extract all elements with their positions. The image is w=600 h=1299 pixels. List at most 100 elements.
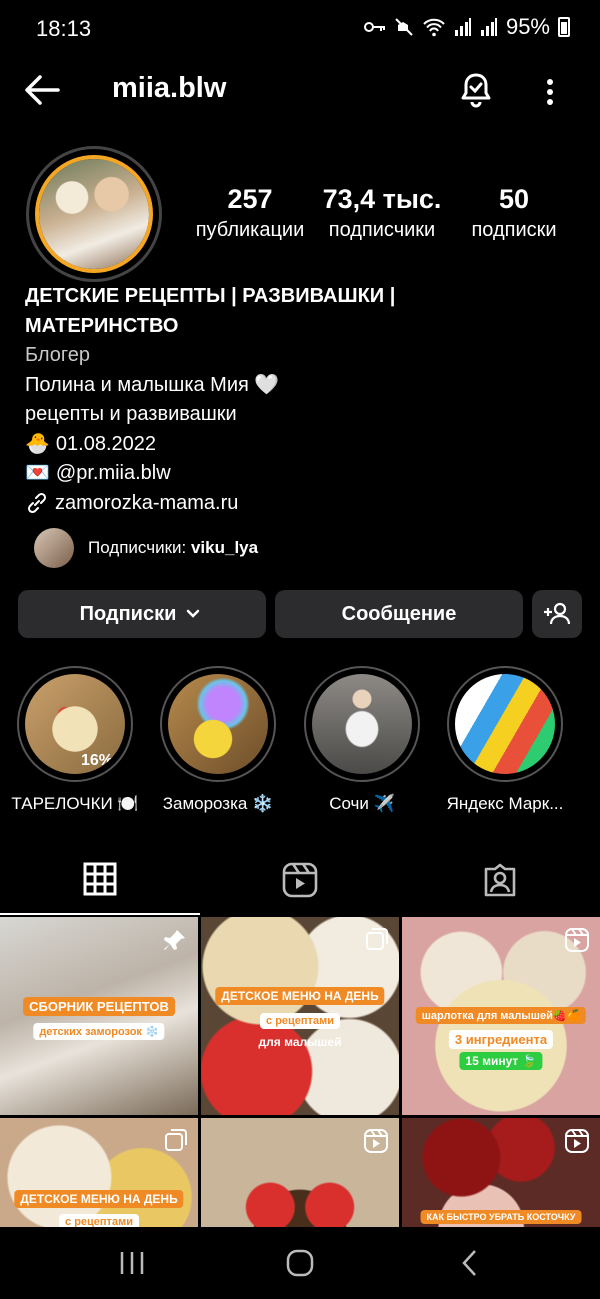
stat-followers[interactable]: 73,4 тыс. подписчики — [314, 184, 450, 242]
message-button[interactable]: Сообщение — [275, 590, 523, 638]
highlight-badge: 16% — [80, 752, 113, 769]
arrow-left-icon — [25, 75, 60, 105]
following-button-label: Подписки — [79, 602, 177, 625]
status-time: 18:13 — [36, 16, 92, 41]
bio-contact[interactable]: @pr.miia.blw — [56, 459, 171, 489]
highlight-freezing[interactable]: Заморозка ❄️ — [153, 666, 283, 814]
reels-icon — [282, 862, 318, 898]
battery-percent: 95% — [505, 14, 550, 39]
stat-following-label: подписки — [471, 219, 557, 241]
stat-posts-label: публикации — [195, 219, 305, 241]
bio-link-row[interactable]: zamorozka-mama.ru — [25, 489, 585, 519]
profile-tabs — [0, 845, 600, 915]
reel-icon — [565, 1129, 589, 1153]
highlight-label: Яндекс Марк... — [446, 794, 564, 813]
highlight-plates[interactable]: 16% ТАРЕЛОЧКИ 🍽️ — [10, 666, 140, 814]
link-icon — [27, 493, 47, 514]
bio-birthday: 01.08.2022 — [55, 432, 157, 455]
highlight-image — [168, 674, 268, 774]
post-tile[interactable]: СБОРНИК РЕЦЕПТОВ детских заморозок ❄️ — [0, 917, 198, 1115]
story-ring — [35, 155, 153, 273]
highlight-ring — [447, 666, 563, 782]
post-caption: КАК БЫСТРО УБРАТЬ КОСТОЧКУ — [420, 1210, 582, 1224]
bio-line-1: Полина и малышка Мия 🤍 — [25, 373, 280, 396]
back-button[interactable] — [22, 72, 66, 108]
profile-category: Блогер — [25, 344, 91, 366]
highlight-ring — [160, 666, 276, 782]
post-caption: ДЕТСКОЕ МЕНЮ НА ДЕНЬ — [215, 987, 385, 1005]
reel-icon — [364, 1129, 388, 1153]
profile-username: miia.blw — [112, 72, 227, 104]
home-icon — [286, 1249, 314, 1277]
followed-by-text: Подписчики: viku_lya — [88, 538, 258, 558]
notifications-button[interactable] — [456, 70, 496, 110]
more-options-button[interactable] — [535, 72, 565, 112]
recent-apps-button[interactable] — [102, 1241, 162, 1285]
reel-icon — [565, 928, 589, 952]
system-back-button[interactable] — [440, 1241, 500, 1285]
recent-apps-icon — [120, 1252, 144, 1274]
profile-bio: ДЕТСКИЕ РЕЦЕПТЫ | РАЗВИВАШКИ | МАТЕРИНСТ… — [25, 282, 585, 518]
followed-by[interactable]: Подписчики: viku_lya — [34, 528, 258, 568]
follower-avatar — [34, 528, 74, 568]
post-subcaption: детских заморозок ❄️ — [33, 1023, 165, 1040]
tab-reels[interactable] — [200, 845, 400, 915]
highlight-ring — [304, 666, 420, 782]
mute-icon — [395, 18, 413, 36]
carousel-icon — [366, 928, 388, 950]
stat-following[interactable]: 50 подписки — [460, 184, 568, 242]
tab-posts[interactable] — [0, 845, 200, 915]
chevron-left-icon — [462, 1250, 476, 1276]
highlight-ring: 16% — [17, 666, 133, 782]
stat-posts-value: 257 — [227, 184, 273, 214]
home-button[interactable] — [270, 1241, 330, 1285]
signal-icon — [454, 18, 471, 36]
followed-by-prefix: Подписчики: — [88, 538, 191, 557]
system-nav-bar — [0, 1227, 600, 1299]
bio-link[interactable]: zamorozka-mama.ru — [55, 489, 238, 519]
suggest-users-button[interactable] — [532, 590, 582, 638]
post-subcaption: 3 ингредиента — [448, 1030, 554, 1049]
post-tile[interactable]: ДЕТСКОЕ МЕНЮ НА ДЕНЬ с рецептами для мал… — [201, 917, 399, 1115]
more-vertical-icon — [547, 79, 553, 105]
profile-name-line1: ДЕТСКИЕ РЕЦЕПТЫ | РАЗВИВАШКИ | — [25, 285, 396, 307]
key-icon — [363, 22, 385, 32]
stat-posts[interactable]: 257 публикации — [190, 184, 310, 242]
grid-icon — [83, 862, 117, 896]
bio-contact-row[interactable]: 💌 @pr.miia.blw — [25, 459, 585, 489]
following-button[interactable]: Подписки — [18, 590, 266, 638]
post-subcaption-2: для малышей — [258, 1035, 342, 1049]
highlight-image — [455, 674, 555, 774]
highlight-image: 16% — [25, 674, 125, 774]
message-button-label: Сообщение — [341, 602, 457, 625]
post-caption: СБОРНИК РЕЦЕПТОВ — [23, 997, 175, 1016]
post-subcaption: с рецептами — [59, 1214, 139, 1227]
bio-line-2: рецепты и развивашки — [25, 403, 237, 425]
wifi-icon — [423, 18, 445, 37]
chick-icon: 🐣 — [25, 432, 50, 455]
bio-birthday-row: 🐣 01.08.2022 — [25, 430, 585, 460]
tab-tagged[interactable] — [400, 845, 600, 915]
post-tile[interactable]: шарлотка для малышей🍓🍊 3 ингредиента 15 … — [402, 917, 600, 1115]
highlight-yandex-market[interactable]: Яндекс Марк... — [440, 666, 570, 814]
profile-header: miia.blw — [0, 60, 600, 120]
highlight-sochi[interactable]: Сочи ✈️ — [297, 666, 427, 814]
profile-name-line2: МАТЕРИНСТВО — [25, 314, 179, 337]
post-subcaption: с рецептами — [260, 1013, 340, 1029]
highlight-label: ТАРЕЛОЧКИ 🍽️ — [11, 794, 139, 813]
avatar-image — [39, 159, 149, 269]
post-caption: ДЕТСКОЕ МЕНЮ НА ДЕНЬ — [14, 1190, 184, 1208]
love-letter-icon: 💌 — [25, 462, 50, 484]
followed-by-user: viku_lya — [190, 538, 259, 557]
highlight-label: Заморозка ❄️ — [162, 794, 274, 813]
signal-icon-2 — [480, 18, 497, 36]
post-tile[interactable]: КАК БЫСТРО УБРАТЬ КОСТОЧКУ — [402, 1118, 600, 1227]
stat-following-value: 50 — [498, 184, 530, 214]
post-tile[interactable] — [201, 1118, 399, 1227]
highlight-label: Сочи ✈️ — [329, 794, 395, 813]
profile-avatar[interactable] — [26, 146, 162, 282]
story-highlights: 16% ТАРЕЛОЧКИ 🍽️ Заморозка ❄️ Сочи ✈️ Ян… — [0, 666, 600, 816]
add-person-icon — [544, 602, 571, 625]
post-tile[interactable]: ДЕТСКОЕ МЕНЮ НА ДЕНЬ с рецептами — [0, 1118, 198, 1227]
post-subcaption-2: 15 минут 🍃 — [459, 1052, 543, 1070]
